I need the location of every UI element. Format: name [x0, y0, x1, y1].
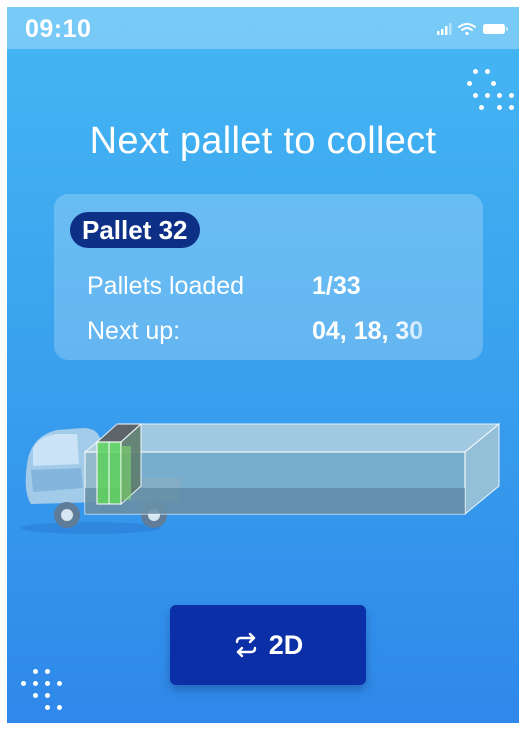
pallets-loaded-value: 1/33 — [312, 272, 361, 300]
pallet-info-card: Pallet 32 Pallets loaded 1/33 Next up: 0… — [54, 194, 483, 360]
loaded-pallet — [95, 422, 143, 506]
trailer-container — [83, 422, 501, 516]
decorative-dots-bottom — [21, 669, 71, 719]
pallet-badge: Pallet 32 — [70, 212, 200, 248]
status-icons — [437, 23, 508, 36]
battery-icon — [483, 24, 508, 34]
pallets-loaded-label: Pallets loaded — [87, 272, 245, 300]
truck-loading-visualization — [21, 422, 501, 534]
decorative-dots-top — [467, 69, 517, 119]
wifi-icon — [458, 23, 476, 36]
page-title: Next pallet to collect — [89, 120, 437, 163]
swap-icon — [235, 632, 256, 658]
view-toggle-button[interactable]: 2D — [170, 605, 366, 685]
next-up-value: 04, 18, 30 — [312, 317, 424, 345]
view-toggle-label: 2D — [268, 629, 304, 660]
app-screen: 09:10 Next pallet to collect Pallet 32 P… — [7, 7, 519, 723]
next-up-label: Next up: — [87, 317, 181, 345]
status-time: 09:10 — [25, 15, 92, 43]
status-bar: 09:10 — [7, 7, 519, 49]
signal-icon — [437, 23, 452, 35]
